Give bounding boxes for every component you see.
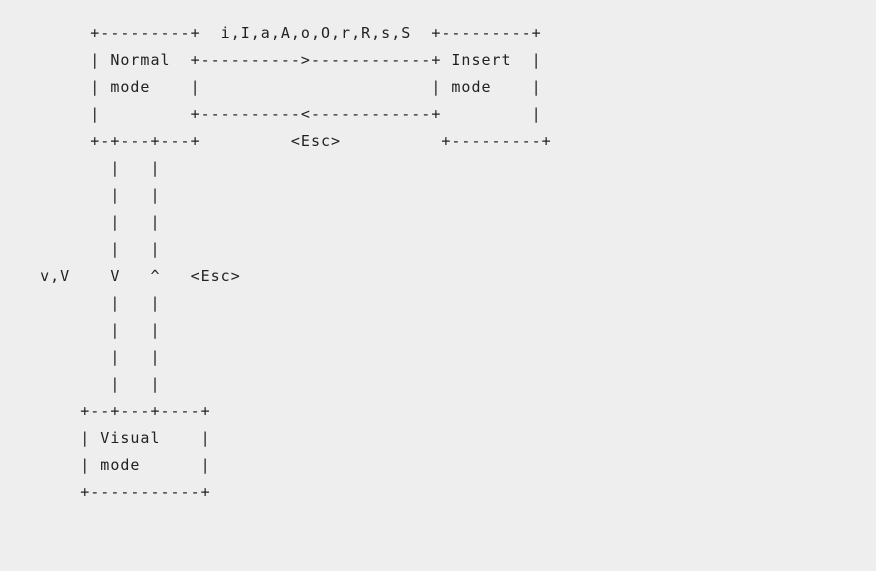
vim-modes-ascii-diagram: +---------+ i,I,a,A,o,O,r,R,s,S +-------… bbox=[0, 0, 876, 526]
